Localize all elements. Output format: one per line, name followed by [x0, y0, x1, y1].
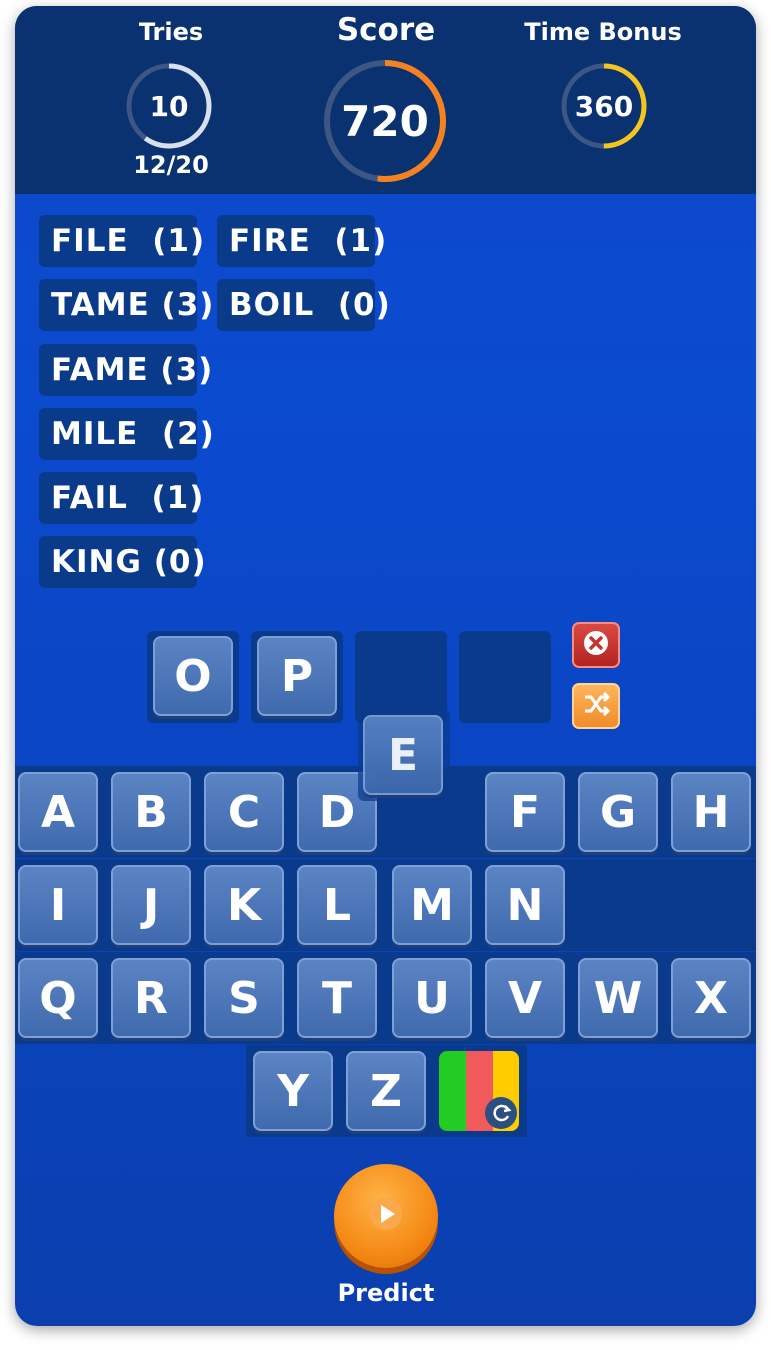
play-icon	[369, 1197, 403, 1235]
tries-progress-text: 12/20	[133, 151, 209, 179]
guess-item: FAIL (1)	[39, 472, 203, 524]
game-frame: Tries 10 12/20 Score 720 Time Bonus 360	[15, 6, 756, 1326]
key-r[interactable]: R	[111, 958, 191, 1038]
key-x[interactable]: X	[671, 958, 751, 1038]
guess-item: FILE (1)	[39, 215, 204, 267]
color-toggle-button[interactable]	[439, 1051, 519, 1131]
guess-item: FIRE (1)	[217, 215, 386, 267]
key-a[interactable]: A	[18, 772, 98, 852]
input-tile-p[interactable]: P	[257, 636, 337, 716]
key-s[interactable]: S	[204, 958, 284, 1038]
key-h[interactable]: H	[671, 772, 751, 852]
key-q[interactable]: Q	[18, 958, 98, 1038]
key-v[interactable]: V	[485, 958, 565, 1038]
clear-button[interactable]	[572, 622, 620, 668]
color-swatch-green	[439, 1051, 466, 1131]
tries-label: Tries	[138, 18, 204, 46]
guess-item: TAME (3)	[39, 279, 213, 331]
time-bonus-label: Time Bonus	[524, 18, 682, 46]
key-t[interactable]: T	[297, 958, 377, 1038]
key-u[interactable]: U	[392, 958, 472, 1038]
refresh-icon	[485, 1097, 517, 1129]
shuffle-icon	[581, 689, 611, 723]
score-ring: 720	[322, 58, 448, 184]
key-y[interactable]: Y	[253, 1051, 333, 1131]
key-z[interactable]: Z	[346, 1051, 426, 1131]
dragging-tile-e[interactable]: E	[363, 715, 443, 795]
guess-item: KING (0)	[39, 536, 206, 588]
key-n[interactable]: N	[485, 865, 565, 945]
tries-value: 10	[149, 89, 189, 123]
tries-ring: 10	[125, 62, 213, 150]
key-m[interactable]: M	[392, 865, 472, 945]
guess-item: MILE (2)	[39, 408, 214, 460]
key-i[interactable]: I	[18, 865, 98, 945]
time-bonus-ring: 360	[560, 62, 648, 150]
key-j[interactable]: J	[111, 865, 191, 945]
key-b[interactable]: B	[111, 772, 191, 852]
key-c[interactable]: C	[204, 772, 284, 852]
x-icon	[582, 629, 610, 661]
key-g[interactable]: G	[578, 772, 658, 852]
input-slot-4[interactable]	[459, 631, 551, 723]
input-tile-o[interactable]: O	[153, 636, 233, 716]
score-label: Score	[336, 12, 436, 48]
time-bonus-value: 360	[574, 89, 634, 123]
guess-item: BOIL (0)	[217, 279, 390, 331]
predict-label: Predict	[337, 1279, 435, 1307]
key-k[interactable]: K	[204, 865, 284, 945]
guess-item: FAME (3)	[39, 344, 212, 396]
predict-button[interactable]	[334, 1164, 438, 1268]
shuffle-button[interactable]	[572, 683, 620, 729]
score-value: 720	[341, 96, 429, 146]
key-f[interactable]: F	[485, 772, 565, 852]
key-l[interactable]: L	[297, 865, 377, 945]
score-header: Tries 10 12/20 Score 720 Time Bonus 360	[15, 6, 756, 194]
key-w[interactable]: W	[578, 958, 658, 1038]
